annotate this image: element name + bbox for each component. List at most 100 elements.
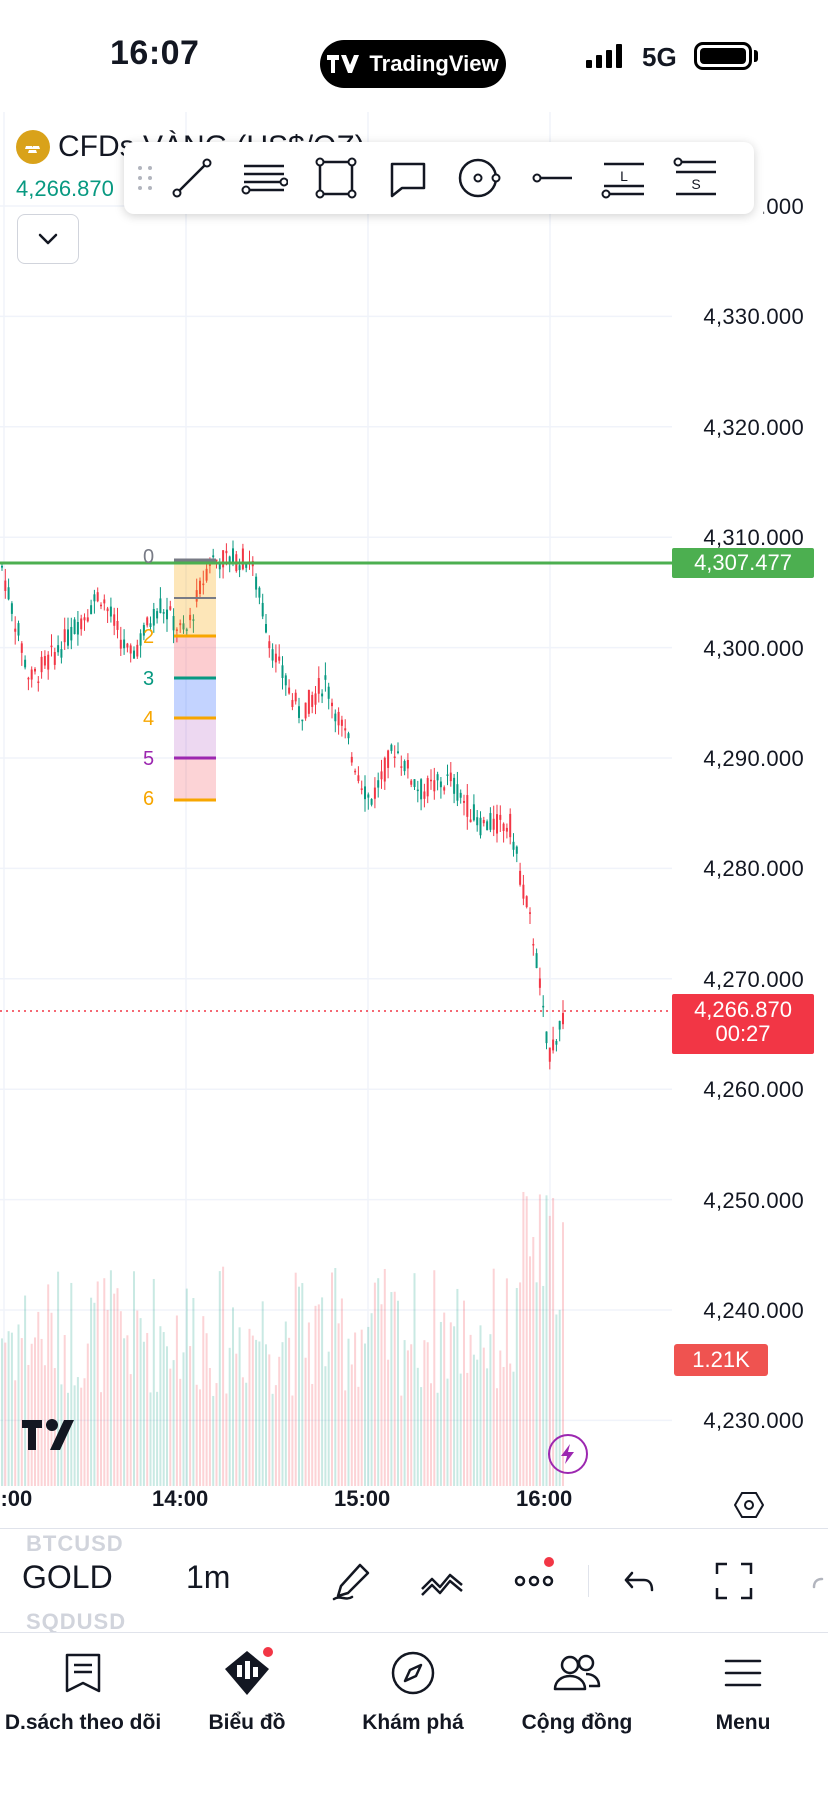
volume-bar xyxy=(446,1378,449,1486)
volume-bar xyxy=(119,1311,122,1486)
alert-line-price-tag[interactable]: 4,307.477 xyxy=(672,548,814,578)
interval-button[interactable]: 1m xyxy=(186,1559,230,1596)
volume-bar xyxy=(324,1366,327,1486)
candle-body xyxy=(354,770,357,773)
circle-tool[interactable] xyxy=(444,142,516,214)
volume-bar xyxy=(113,1293,116,1486)
nav-menu[interactable]: Menu xyxy=(660,1647,826,1735)
parallel-channel-tool[interactable] xyxy=(228,142,300,214)
volume-bar xyxy=(215,1383,218,1486)
volume-bar xyxy=(14,1380,17,1486)
volume-bar xyxy=(248,1328,251,1486)
chart-settings-button[interactable] xyxy=(733,1490,765,1525)
candle-body xyxy=(258,587,261,598)
drawing-toolbar[interactable]: L S xyxy=(124,142,754,214)
candle-body xyxy=(50,645,53,648)
candle-body xyxy=(225,550,228,554)
candle-body xyxy=(70,626,73,641)
candle-body xyxy=(222,550,225,568)
time-axis[interactable]: 13:00 14:00 15:00 16:00 xyxy=(0,1486,828,1526)
grip-icon[interactable] xyxy=(134,163,156,193)
volume-bar xyxy=(360,1329,363,1486)
volume-bar xyxy=(86,1343,89,1486)
volume-bar xyxy=(380,1304,383,1486)
volume-bar xyxy=(304,1357,307,1486)
volume-bar xyxy=(327,1351,330,1486)
nav-community[interactable]: Cộng đồng xyxy=(494,1647,660,1735)
redo-button[interactable] xyxy=(800,1555,828,1607)
callout-tool[interactable] xyxy=(372,142,444,214)
chart-toolbar[interactable]: BTCUSD GOLD SQDUSD 1m xyxy=(0,1528,828,1634)
volume-bar xyxy=(373,1282,376,1486)
volume-bar xyxy=(159,1326,162,1486)
chart-notification-dot xyxy=(263,1647,273,1657)
nav-watchlist[interactable]: D.sách theo dõi xyxy=(0,1647,166,1735)
tradingview-watermark-icon[interactable] xyxy=(22,1418,84,1457)
indicators-button[interactable] xyxy=(416,1555,468,1607)
volume-bar xyxy=(410,1344,413,1486)
candle-body xyxy=(27,677,30,680)
horizontal-ray-tool[interactable] xyxy=(516,142,588,214)
tradingview-logo-icon xyxy=(327,55,360,73)
candle-body xyxy=(430,779,432,782)
candle-body xyxy=(383,757,386,782)
nav-label: Biểu đồ xyxy=(208,1711,286,1734)
volume-bar xyxy=(538,1194,541,1486)
volume-bar xyxy=(337,1323,340,1486)
candle-body xyxy=(449,772,452,782)
candle-body xyxy=(53,652,56,665)
volume-bar xyxy=(314,1305,317,1486)
volume-bar xyxy=(100,1392,102,1486)
candle-body xyxy=(525,896,528,908)
candle-body xyxy=(80,618,83,630)
volume-bar xyxy=(403,1340,406,1486)
volume-bar xyxy=(529,1256,531,1486)
volume-bar xyxy=(294,1272,297,1486)
candle-body xyxy=(96,592,99,602)
fullscreen-icon xyxy=(715,1562,753,1600)
parallel-channel-icon xyxy=(241,164,288,195)
status-time: 16:07 xyxy=(110,34,200,72)
candle-body xyxy=(393,756,396,759)
quick-trade-bolt-button[interactable] xyxy=(548,1434,588,1474)
candle-body xyxy=(133,650,135,659)
price-axis-label: 4,290.000 xyxy=(703,746,804,771)
tradingview-pill[interactable]: TradingView xyxy=(320,40,506,88)
volume-bar xyxy=(512,1371,515,1486)
symbol-button[interactable]: GOLD xyxy=(22,1559,113,1596)
candle-body xyxy=(294,692,297,702)
long-position-tool[interactable]: L xyxy=(588,142,660,214)
candle-body xyxy=(426,778,429,797)
app-pill-label: TradingView xyxy=(369,51,499,76)
volume-bar xyxy=(228,1347,231,1486)
volume-bar xyxy=(50,1312,53,1486)
nav-chart[interactable]: Biểu đồ xyxy=(164,1647,330,1735)
ghost-symbol-above: BTCUSD xyxy=(26,1531,124,1556)
trend-line-tool[interactable] xyxy=(156,142,228,214)
more-options-button[interactable] xyxy=(508,1555,560,1607)
volume-bar xyxy=(298,1286,300,1486)
volume-bar xyxy=(340,1298,343,1486)
bottom-navigation[interactable]: D.sách theo dõi Biểu đồ Khám phá Cộng đồ… xyxy=(0,1632,828,1795)
undo-button[interactable] xyxy=(614,1555,666,1607)
more-dots-icon xyxy=(514,1575,554,1587)
drawing-tools-button[interactable] xyxy=(326,1555,378,1607)
volume-bar xyxy=(482,1347,485,1486)
volume-bar xyxy=(387,1359,390,1486)
volume-bar xyxy=(133,1271,135,1486)
fib-level-label: 0 xyxy=(143,546,155,568)
nav-explore[interactable]: Khám phá xyxy=(330,1647,496,1735)
candle-body xyxy=(268,641,271,649)
fullscreen-button[interactable] xyxy=(708,1555,760,1607)
candle-body xyxy=(261,602,264,617)
volume-bar xyxy=(525,1196,528,1486)
rectangle-tool[interactable] xyxy=(300,142,372,214)
collapse-legend-button[interactable] xyxy=(17,214,79,264)
price-axis-label: 4,270.000 xyxy=(703,966,804,992)
volume-bar xyxy=(479,1325,482,1486)
short-position-tool[interactable]: S xyxy=(660,142,732,214)
candle-body xyxy=(542,1005,545,1008)
candle-body xyxy=(443,787,446,791)
volume-bar xyxy=(393,1291,396,1486)
volume-bar xyxy=(545,1195,548,1486)
